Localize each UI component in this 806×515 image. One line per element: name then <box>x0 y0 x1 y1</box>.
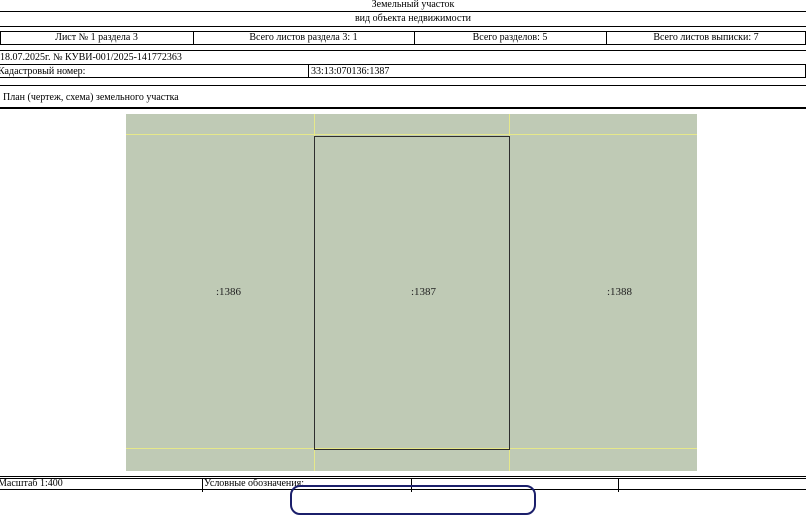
cadastral-row: Кадастровый номер: 33:13:070136:1387 <box>0 65 806 78</box>
cadastral-label: Кадастровый номер: <box>0 66 86 77</box>
grid-line <box>126 134 697 135</box>
divider <box>0 476 806 477</box>
divider <box>0 478 806 479</box>
divider <box>202 478 203 492</box>
sheet-info-row: Лист № 1 раздела 3 Всего листов раздела … <box>0 31 806 45</box>
parcel-label-1387: :1387 <box>411 286 437 298</box>
sheets-in-section: Всего листов раздела 3: 1 <box>249 32 358 43</box>
divider <box>0 50 806 51</box>
land-plot-plan: :1386 :1387 :1388 <box>126 114 697 471</box>
scale-label: Масштаб 1:400 <box>0 478 63 489</box>
divider <box>0 11 806 12</box>
cadastral-number: 33:13:070136:1387 <box>311 66 390 77</box>
sheets-total: Всего листов выписки: 7 <box>653 32 759 43</box>
divider <box>0 26 806 27</box>
plan-title: План (чертеж, схема) земельного участка <box>3 92 179 103</box>
object-type: Земельный участок <box>371 0 455 10</box>
divider <box>0 85 806 86</box>
parcel-label-1388: :1388 <box>607 286 633 298</box>
sections-total: Всего разделов: 5 <box>472 32 548 43</box>
legend-symbol <box>290 485 536 515</box>
sheet-number: Лист № 1 раздела 3 <box>55 32 138 43</box>
document-reference: 18.07.2025г. № КУВИ-001/2025-141772363 <box>0 52 182 63</box>
legend-label: Условные обозначения: <box>204 478 305 489</box>
divider <box>0 107 806 109</box>
parcel-label-1386: :1386 <box>216 286 242 298</box>
divider <box>618 478 619 492</box>
object-type-caption: вид объекта недвижимости <box>354 13 472 24</box>
